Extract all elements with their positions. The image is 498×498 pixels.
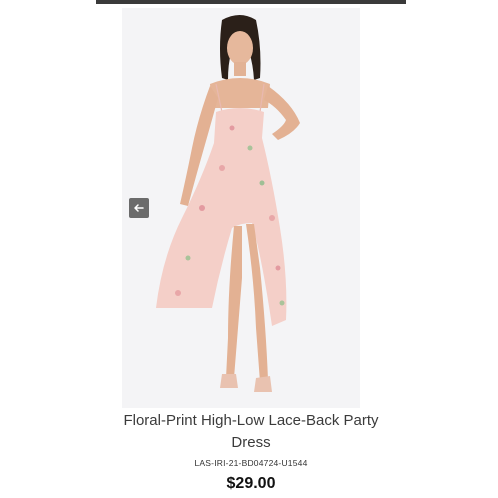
model-in-dress-illustration [156, 15, 300, 392]
previous-image-button[interactable] [129, 198, 149, 218]
product-price: $29.00 [226, 475, 276, 492]
product-title[interactable]: Floral-Print High-Low Lace-Back Party Dr… [120, 410, 382, 454]
product-sku: LAS-IRI-21-BD04724-U1544 [194, 458, 308, 468]
arrow-left-icon [134, 204, 144, 212]
top-divider-bar [96, 0, 406, 4]
product-image[interactable] [122, 8, 360, 408]
